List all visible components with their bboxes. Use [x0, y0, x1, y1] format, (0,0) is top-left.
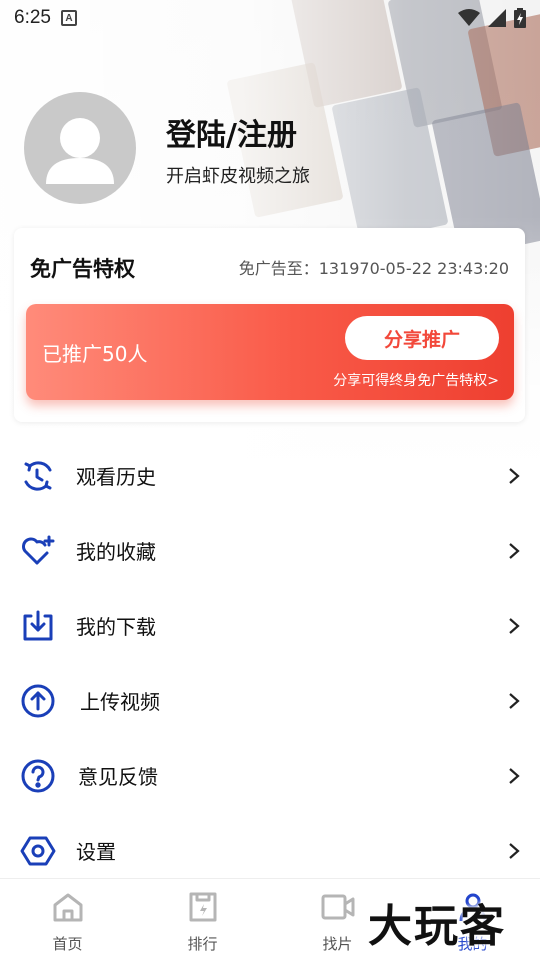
menu-item-favorites[interactable]: 我的收藏: [0, 513, 540, 588]
nav-label: 首页: [52, 935, 83, 953]
menu-item-label: 上传视频: [80, 690, 160, 714]
a-icon: A: [60, 10, 77, 26]
status-icons: [458, 8, 526, 28]
avatar[interactable]: [24, 92, 136, 204]
nav-tab-home[interactable]: 首页: [0, 879, 135, 960]
download-icon: [20, 608, 56, 644]
ad-free-card: 免广告特权 免广告至：131970-05-22 23:43:20 已推广50人 …: [14, 228, 525, 422]
ranking-icon: [185, 889, 221, 925]
share-hint-link[interactable]: 分享可得终身免广告特权>: [333, 370, 499, 390]
promoted-count: 已推广50人: [42, 342, 148, 366]
chevron-right-icon: [508, 842, 524, 859]
wifi-icon: [458, 9, 480, 26]
profile-subtitle: 开启虾皮视频之旅: [166, 166, 310, 187]
status-time: 6:25: [14, 7, 51, 28]
menu-item-label: 我的下载: [76, 615, 156, 639]
chevron-right-icon: [508, 617, 524, 634]
menu-item-label: 设置: [76, 840, 116, 864]
nav-tab-ranking[interactable]: 排行: [135, 879, 270, 960]
video-camera-icon: [320, 889, 356, 925]
feedback-question-icon: [20, 758, 56, 794]
menu-item-upload[interactable]: 上传视频: [0, 663, 540, 738]
chevron-right-icon: [508, 692, 524, 709]
settings-hexagon-icon: [20, 833, 56, 869]
menu-item-feedback[interactable]: 意见反馈: [0, 738, 540, 813]
upload-icon: [20, 683, 56, 719]
menu-item-downloads[interactable]: 我的下载: [0, 588, 540, 663]
promotion-banner: 已推广50人 分享推广 分享可得终身免广告特权>: [26, 304, 514, 400]
settings-menu: 观看历史 我的收藏 我的下载 上传视频 意见反馈 设置: [0, 438, 540, 888]
menu-item-settings[interactable]: 设置: [0, 813, 540, 888]
menu-item-history[interactable]: 观看历史: [0, 438, 540, 513]
battery-icon: [514, 8, 526, 28]
menu-item-label: 意见反馈: [78, 765, 158, 789]
chevron-right-icon: [508, 467, 524, 484]
ad-free-title: 免广告特权: [30, 257, 135, 281]
menu-item-label: 我的收藏: [76, 540, 156, 564]
signal-icon: [488, 9, 506, 27]
nav-label: 找片: [322, 935, 353, 953]
history-icon: [20, 458, 56, 494]
status-bar: 6:25 A: [0, 0, 540, 36]
menu-item-label: 观看历史: [76, 465, 156, 489]
ad-free-expiry: 免广告至：131970-05-22 23:43:20: [238, 259, 509, 278]
nav-label: 排行: [187, 935, 218, 953]
chevron-right-icon: [508, 767, 524, 784]
home-icon: [50, 889, 86, 925]
watermark-logo: 大玩客: [368, 901, 506, 952]
default-user-icon: [46, 118, 114, 184]
favorite-heart-icon: [20, 533, 56, 569]
login-register-link[interactable]: 登陆/注册: [166, 110, 297, 154]
chevron-right-icon: [508, 542, 524, 559]
share-promote-button[interactable]: 分享推广: [345, 316, 499, 360]
